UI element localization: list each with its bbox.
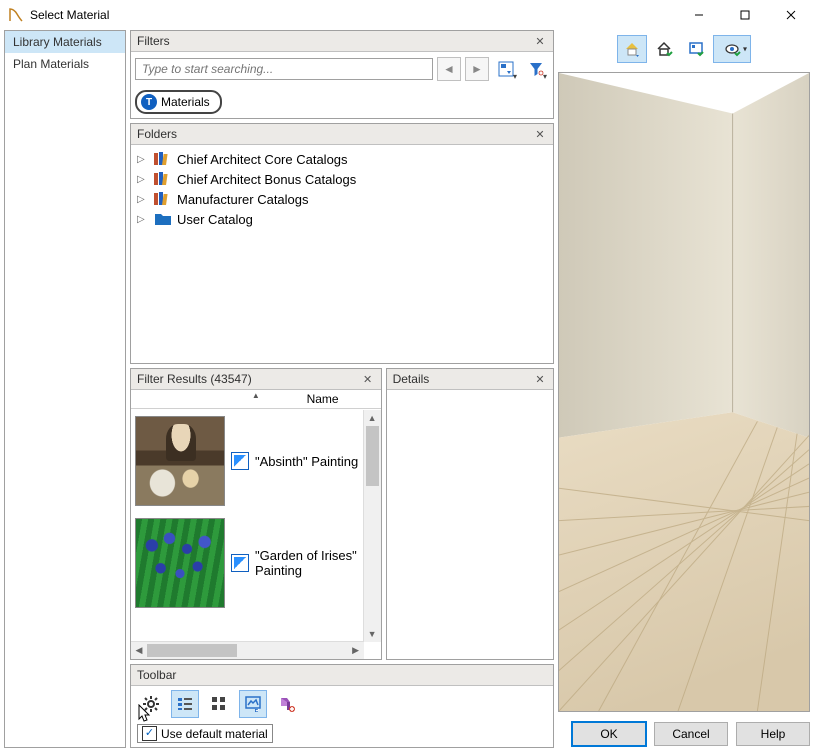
tree-label: Chief Architect Core Catalogs xyxy=(177,152,348,167)
list-item[interactable]: "Garden of Irises" Painting xyxy=(131,512,364,614)
view-list-button[interactable] xyxy=(171,690,199,718)
source-tabs-panel: Library Materials Plan Materials xyxy=(4,30,126,748)
scroll-right-icon[interactable]: ▶ xyxy=(348,642,364,659)
folders-tree[interactable]: ▷ Chief Architect Core Catalogs ▷ Chie xyxy=(131,145,553,363)
expand-icon[interactable]: ▷ xyxy=(137,194,149,205)
maximize-button[interactable] xyxy=(722,0,768,30)
results-list[interactable]: "Absinth" Painting "Garden of Irises" Pa… xyxy=(131,410,364,642)
tree-row[interactable]: ▷ Manufacturer Catalogs xyxy=(131,189,553,209)
books-icon xyxy=(153,171,173,187)
scroll-up-icon[interactable]: ▲ xyxy=(364,410,381,426)
material-icon xyxy=(231,554,249,572)
scroll-thumb[interactable] xyxy=(147,644,237,657)
use-default-material-checkbox[interactable]: ✓ Use default material xyxy=(137,724,273,743)
tab-plan-materials[interactable]: Plan Materials xyxy=(5,53,125,75)
search-options-button[interactable] xyxy=(493,56,519,82)
material-icon xyxy=(231,452,249,470)
filter-results-panel: Filter Results (43547) ✕ ▲ Name xyxy=(130,368,382,660)
view-grid-button[interactable] xyxy=(205,690,233,718)
settings-button[interactable] xyxy=(137,690,165,718)
results-vertical-scrollbar[interactable]: ▲ ▼ xyxy=(363,410,381,642)
results-horizontal-scrollbar[interactable]: ◀ ▶ xyxy=(131,641,364,659)
minimize-button[interactable] xyxy=(676,0,722,30)
toolbar-header: Toolbar xyxy=(137,668,547,682)
filter-chip-materials[interactable]: T Materials xyxy=(135,90,222,114)
search-prev-button[interactable]: ◄ xyxy=(437,57,461,81)
folder-icon xyxy=(153,211,173,227)
scroll-thumb[interactable] xyxy=(366,426,379,486)
filter-dropdown-button[interactable] xyxy=(523,56,549,82)
close-button[interactable] xyxy=(768,0,814,30)
preview-options-dropdown[interactable] xyxy=(713,35,751,63)
result-label: "Garden of Irises" Painting xyxy=(255,548,360,578)
toolbar-panel: Toolbar xyxy=(130,664,554,748)
titlebar: Select Material xyxy=(0,0,814,30)
preview-plan-button[interactable] xyxy=(681,35,711,63)
ok-button[interactable]: OK xyxy=(572,722,646,746)
scroll-left-icon[interactable]: ◀ xyxy=(131,642,147,659)
list-item[interactable]: "Absinth" Painting xyxy=(131,410,364,512)
toggle-preview-button[interactable] xyxy=(239,690,267,718)
tree-label: Manufacturer Catalogs xyxy=(177,192,309,207)
column-name-label: Name xyxy=(307,392,339,406)
filters-panel: Filters ✕ ◄ ► xyxy=(130,30,554,119)
details-panel: Details ✕ xyxy=(386,368,554,660)
books-icon xyxy=(153,151,173,167)
tree-row[interactable]: ▷ Chief Architect Bonus Catalogs xyxy=(131,169,553,189)
window-title: Select Material xyxy=(30,8,676,22)
cancel-button[interactable]: Cancel xyxy=(654,722,728,746)
checkbox-checked-icon: ✓ xyxy=(142,726,157,741)
details-body xyxy=(387,390,553,659)
sort-ascending-icon: ▲ xyxy=(252,391,260,400)
results-column-header[interactable]: ▲ Name xyxy=(131,390,381,409)
search-input[interactable] xyxy=(135,58,433,80)
tab-library-materials[interactable]: Library Materials xyxy=(5,31,125,53)
use-default-material-label: Use default material xyxy=(161,727,268,741)
folders-panel: Folders ✕ ▷ Chief Architect Core Catalog… xyxy=(130,123,554,364)
result-thumbnail xyxy=(135,518,225,608)
details-header: Details xyxy=(393,372,533,386)
filter-results-close-icon[interactable]: ✕ xyxy=(361,372,375,386)
filter-chip-label: Materials xyxy=(161,95,210,109)
result-thumbnail xyxy=(135,416,225,506)
filter-results-header: Filter Results (43547) xyxy=(137,372,361,386)
tree-label: Chief Architect Bonus Catalogs xyxy=(177,172,356,187)
add-material-button[interactable] xyxy=(273,690,301,718)
filters-header: Filters xyxy=(137,34,533,48)
preview-vector-button[interactable] xyxy=(649,35,679,63)
details-close-icon[interactable]: ✕ xyxy=(533,372,547,386)
select-material-dialog: Select Material Library Materials Plan M… xyxy=(0,0,814,752)
app-icon xyxy=(8,7,24,23)
dialog-buttons: OK Cancel Help xyxy=(558,716,810,748)
search-next-button[interactable]: ► xyxy=(465,57,489,81)
folders-close-icon[interactable]: ✕ xyxy=(533,127,547,141)
tree-row[interactable]: ▷ User Catalog xyxy=(131,209,553,229)
filters-close-icon[interactable]: ✕ xyxy=(533,34,547,48)
type-icon: T xyxy=(141,94,157,110)
expand-icon[interactable]: ▷ xyxy=(137,174,149,185)
material-preview-viewport[interactable] xyxy=(558,72,810,712)
books-icon xyxy=(153,191,173,207)
folders-header: Folders xyxy=(137,127,533,141)
tree-label: User Catalog xyxy=(177,212,253,227)
result-label: "Absinth" Painting xyxy=(255,454,358,469)
scroll-down-icon[interactable]: ▼ xyxy=(364,626,381,642)
expand-icon[interactable]: ▷ xyxy=(137,154,149,165)
expand-icon[interactable]: ▷ xyxy=(137,214,149,225)
preview-toolbar xyxy=(558,30,810,68)
preview-standard-button[interactable] xyxy=(617,35,647,63)
help-button[interactable]: Help xyxy=(736,722,810,746)
tree-row[interactable]: ▷ Chief Architect Core Catalogs xyxy=(131,149,553,169)
